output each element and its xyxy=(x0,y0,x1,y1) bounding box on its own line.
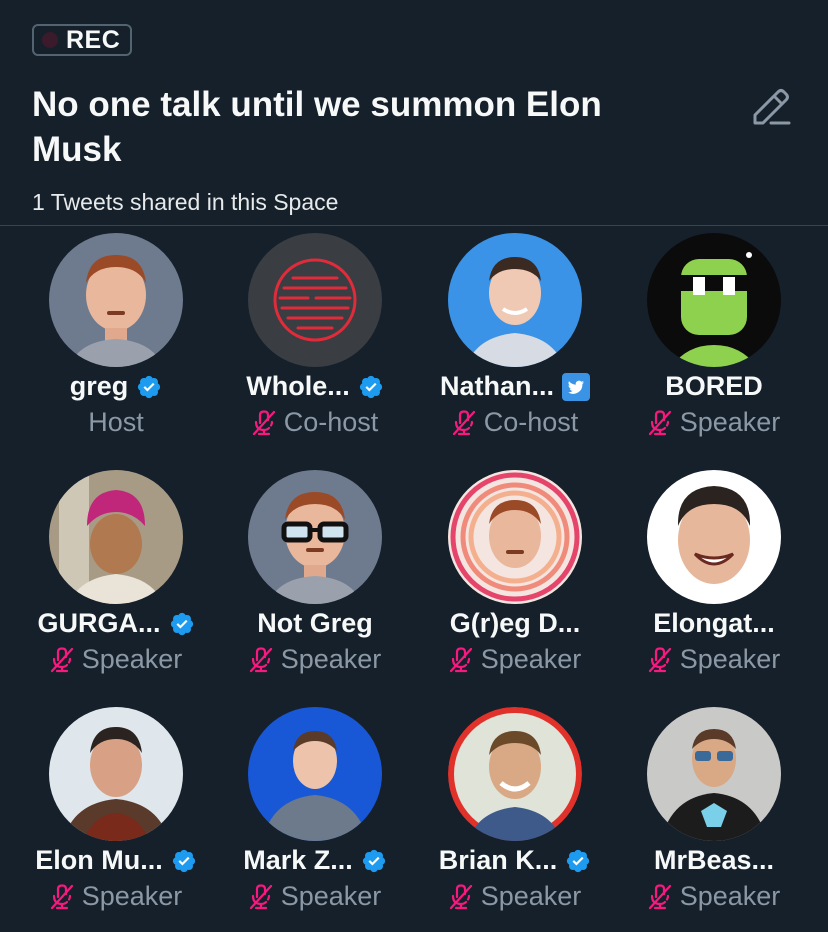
participant-name: greg xyxy=(69,371,129,401)
participant-name-row: greg xyxy=(0,371,232,402)
participant-role: Speaker xyxy=(81,881,183,911)
participant-name: Elon Mu... xyxy=(35,845,163,875)
participant-role: Co-host xyxy=(283,407,379,437)
participant-card[interactable]: BORED Speaker xyxy=(598,233,798,453)
participant-name: Mark Z... xyxy=(243,845,353,875)
participant-name-row: Brian K... xyxy=(399,845,631,876)
participant-name-row: Nathan... xyxy=(399,371,631,402)
avatar-whole[interactable] xyxy=(248,233,382,367)
participant-name: Whole... xyxy=(246,371,350,401)
participant-role-row: Speaker xyxy=(598,881,828,912)
participant-name: Nathan... xyxy=(439,371,554,401)
participant-role: Host xyxy=(88,407,144,437)
muted-mic-icon xyxy=(249,646,273,673)
muted-mic-icon xyxy=(50,883,74,910)
participant-role-row: Host xyxy=(0,407,232,438)
avatar-greg[interactable] xyxy=(49,233,183,367)
participant-card[interactable]: Whole... Co-host xyxy=(199,233,399,453)
participant-card[interactable]: Nathan... Co-host xyxy=(399,233,599,453)
avatar-bored[interactable] xyxy=(647,233,781,367)
participant-name: Not Greg xyxy=(257,608,373,638)
participant-name: GURGA... xyxy=(37,608,161,638)
muted-mic-icon xyxy=(249,883,273,910)
avatar-not-greg[interactable] xyxy=(248,470,382,604)
participant-name-row: Elongat... xyxy=(598,608,828,639)
space-screen: REC No one talk until we summon Elon Mus… xyxy=(0,0,828,932)
avatar-elon-musk[interactable] xyxy=(49,707,183,841)
participant-role: Co-host xyxy=(483,407,579,437)
participant-role: Speaker xyxy=(679,407,781,437)
participant-role: Speaker xyxy=(480,881,582,911)
participant-role-row: Speaker xyxy=(199,644,431,675)
avatar-brian-k[interactable] xyxy=(448,707,582,841)
participant-role-row: Speaker xyxy=(399,881,631,912)
verified-badge-icon xyxy=(358,374,384,400)
participant-name-row: Elon Mu... xyxy=(0,845,232,876)
twitter-bird-badge-icon xyxy=(562,372,590,401)
participant-role: Speaker xyxy=(280,881,382,911)
participant-card[interactable]: greg Host xyxy=(0,233,200,453)
participant-role-row: Co-host xyxy=(399,407,631,438)
avatar-elongat[interactable] xyxy=(647,470,781,604)
participant-role-row: Speaker xyxy=(598,407,828,438)
participant-role-row: Speaker xyxy=(399,644,631,675)
participant-card[interactable]: G(r)eg D... Speaker xyxy=(399,470,599,690)
avatar-nathan[interactable] xyxy=(448,233,582,367)
participant-card[interactable]: Elongat... Speaker xyxy=(598,470,798,690)
avatar-gurga[interactable] xyxy=(49,470,183,604)
participant-card[interactable]: Brian K... Speaker xyxy=(399,707,599,927)
participant-role: Speaker xyxy=(480,644,582,674)
participant-role-row: Co-host xyxy=(199,407,431,438)
participant-name-row: G(r)eg D... xyxy=(399,608,631,639)
verified-badge-icon xyxy=(169,611,195,637)
participant-card[interactable]: MrBeas... Speaker xyxy=(598,707,798,927)
verified-badge-icon xyxy=(361,848,387,874)
participant-role-row: Speaker xyxy=(0,644,232,675)
participant-card[interactable]: Elon Mu... Speaker xyxy=(0,707,200,927)
muted-mic-icon xyxy=(452,409,476,436)
verified-badge-icon xyxy=(171,848,197,874)
avatar-mrbeast[interactable] xyxy=(647,707,781,841)
participant-name-row: Not Greg xyxy=(199,608,431,639)
participant-name: G(r)eg D... xyxy=(449,608,581,638)
muted-mic-icon xyxy=(648,409,672,436)
muted-mic-icon xyxy=(648,883,672,910)
participant-name: Brian K... xyxy=(438,845,558,875)
verified-badge-icon xyxy=(136,374,162,400)
participant-role: Speaker xyxy=(679,644,781,674)
participant-name: Elongat... xyxy=(653,608,775,638)
participant-role-row: Speaker xyxy=(598,644,828,675)
muted-mic-icon xyxy=(648,646,672,673)
muted-mic-icon xyxy=(449,646,473,673)
avatar-mark-z[interactable] xyxy=(248,707,382,841)
participant-card[interactable]: Mark Z... Speaker xyxy=(199,707,399,927)
participant-role: Speaker xyxy=(280,644,382,674)
verified-badge-icon xyxy=(565,848,591,874)
participant-card[interactable]: GURGA... Speaker xyxy=(0,470,200,690)
participants-grid: greg Host Whole... Co-host Nathan... Co-… xyxy=(0,0,828,932)
avatar-greg-d[interactable] xyxy=(448,470,582,604)
participant-name: BORED xyxy=(665,371,763,401)
participant-role: Speaker xyxy=(81,644,183,674)
participant-role-row: Speaker xyxy=(199,881,431,912)
participant-name-row: BORED xyxy=(598,371,828,402)
participant-name-row: Mark Z... xyxy=(199,845,431,876)
participant-card[interactable]: Not Greg Speaker xyxy=(199,470,399,690)
participant-name-row: GURGA... xyxy=(0,608,232,639)
muted-mic-icon xyxy=(50,646,74,673)
participant-name: MrBeas... xyxy=(653,845,775,875)
participant-name-row: MrBeas... xyxy=(598,845,828,876)
participant-name-row: Whole... xyxy=(199,371,431,402)
muted-mic-icon xyxy=(449,883,473,910)
participant-role: Speaker xyxy=(679,881,781,911)
muted-mic-icon xyxy=(252,409,276,436)
participant-role-row: Speaker xyxy=(0,881,232,912)
